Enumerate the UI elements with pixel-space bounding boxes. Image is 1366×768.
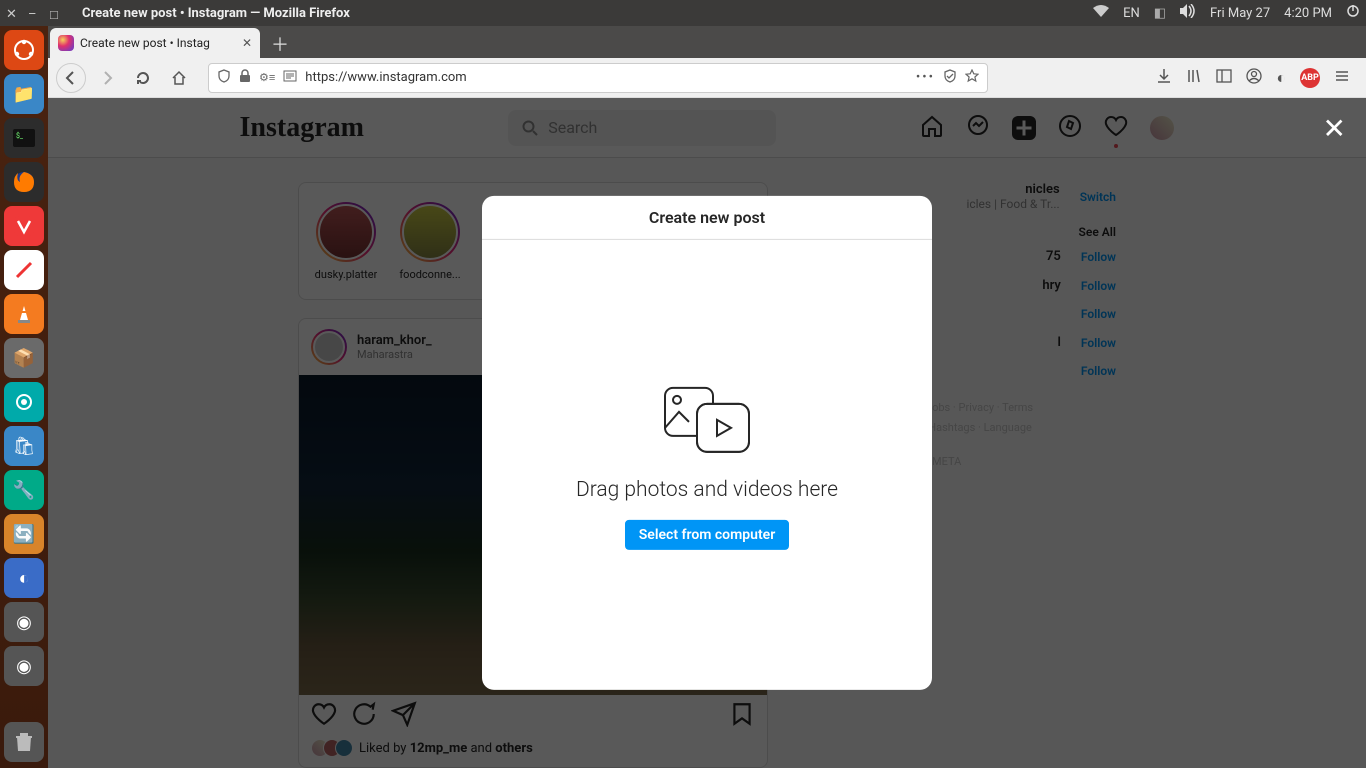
- firefox-icon[interactable]: [4, 162, 44, 202]
- archive-icon[interactable]: 📦: [4, 338, 44, 378]
- tab-title: Create new post • Instag: [80, 36, 210, 50]
- language-indicator[interactable]: EN: [1123, 6, 1140, 21]
- window-title: Create new post • Instagram — Mozilla Fi…: [82, 6, 350, 21]
- ubuntu-launcher: 📁 $_ 📦 🛍 🔧 🔄 ◐ ◉ ◉: [0, 26, 48, 768]
- account-icon[interactable]: [1246, 68, 1262, 88]
- svg-text:$_: $_: [16, 132, 24, 140]
- software-center-icon[interactable]: 🛍: [4, 426, 44, 466]
- volume-icon[interactable]: [1180, 4, 1196, 22]
- select-from-computer-button[interactable]: Select from computer: [625, 520, 789, 550]
- vivaldi-icon[interactable]: [4, 206, 44, 246]
- browser-tab[interactable]: Create new post • Instag ✕: [50, 28, 260, 58]
- modal-close-icon[interactable]: ✕: [1323, 112, 1346, 145]
- system-menubar: ✕ – □ Create new post • Instagram — Mozi…: [0, 0, 1366, 26]
- more-icon[interactable]: •••: [916, 70, 935, 85]
- window-minimize-icon[interactable]: –: [28, 7, 40, 19]
- lock-icon: [239, 69, 251, 87]
- bookmark-star-icon[interactable]: [965, 69, 979, 87]
- home-button[interactable]: [164, 63, 194, 93]
- tab-strip: Create new post • Instag ✕ ＋: [48, 26, 1366, 58]
- create-post-modal: Create new post Drag photos and videos h…: [482, 196, 932, 690]
- reader-icon[interactable]: [283, 69, 297, 87]
- window-maximize-icon[interactable]: □: [50, 7, 62, 19]
- power-icon[interactable]: [1346, 4, 1360, 22]
- extension-icon[interactable]: ◐: [1276, 68, 1286, 88]
- library-icon[interactable]: [1186, 68, 1202, 88]
- clock-time[interactable]: 4:20 PM: [1284, 6, 1332, 21]
- indicator-icon[interactable]: ◧: [1154, 6, 1166, 21]
- drop-instruction: Drag photos and videos here: [576, 478, 838, 502]
- url-text: https://www.instagram.com: [305, 70, 908, 85]
- hamburger-menu-icon[interactable]: [1334, 68, 1350, 88]
- instagram-favicon-icon: [58, 35, 74, 51]
- settings-icon[interactable]: 🔧: [4, 470, 44, 510]
- permissions-icon[interactable]: ⚙≡: [259, 71, 275, 84]
- files-icon[interactable]: 📁: [4, 74, 44, 114]
- url-bar[interactable]: ⚙≡ https://www.instagram.com •••: [208, 63, 988, 93]
- updater-icon[interactable]: 🔄: [4, 514, 44, 554]
- media-upload-icon: [657, 380, 757, 460]
- new-tab-button[interactable]: ＋: [266, 30, 294, 58]
- app-icon[interactable]: ◐: [4, 558, 44, 598]
- firefox-window: Create new post • Instag ✕ ＋ ⚙≡ https://…: [48, 26, 1366, 768]
- text-editor-icon[interactable]: [4, 250, 44, 290]
- modal-title: Create new post: [482, 196, 932, 240]
- ubuntu-dash-icon[interactable]: [4, 30, 44, 70]
- terminal-icon[interactable]: $_: [4, 118, 44, 158]
- adblock-icon[interactable]: ABP: [1300, 68, 1320, 88]
- trash-icon[interactable]: [4, 722, 44, 762]
- screenshot-icon[interactable]: [4, 382, 44, 422]
- wifi-icon[interactable]: [1093, 5, 1109, 21]
- forward-button: [92, 63, 122, 93]
- protection-icon[interactable]: [943, 69, 957, 87]
- disk-icon[interactable]: ◉: [4, 602, 44, 642]
- clock-date[interactable]: Fri May 27: [1210, 6, 1270, 21]
- tab-close-icon[interactable]: ✕: [242, 36, 252, 50]
- downloads-icon[interactable]: [1156, 68, 1172, 88]
- disk2-icon[interactable]: ◉: [4, 646, 44, 686]
- vlc-icon[interactable]: [4, 294, 44, 334]
- back-button[interactable]: [56, 63, 86, 93]
- reload-button[interactable]: [128, 63, 158, 93]
- page-viewport: Instagram Search: [48, 98, 1366, 768]
- browser-toolbar: ⚙≡ https://www.instagram.com ••• ◐ ABP: [48, 58, 1366, 98]
- shield-icon[interactable]: [217, 69, 231, 87]
- toolbar-right: ◐ ABP: [1156, 68, 1358, 88]
- sidebar-icon[interactable]: [1216, 68, 1232, 88]
- window-close-icon[interactable]: ✕: [6, 7, 18, 19]
- modal-dropzone[interactable]: Drag photos and videos here Select from …: [482, 240, 932, 690]
